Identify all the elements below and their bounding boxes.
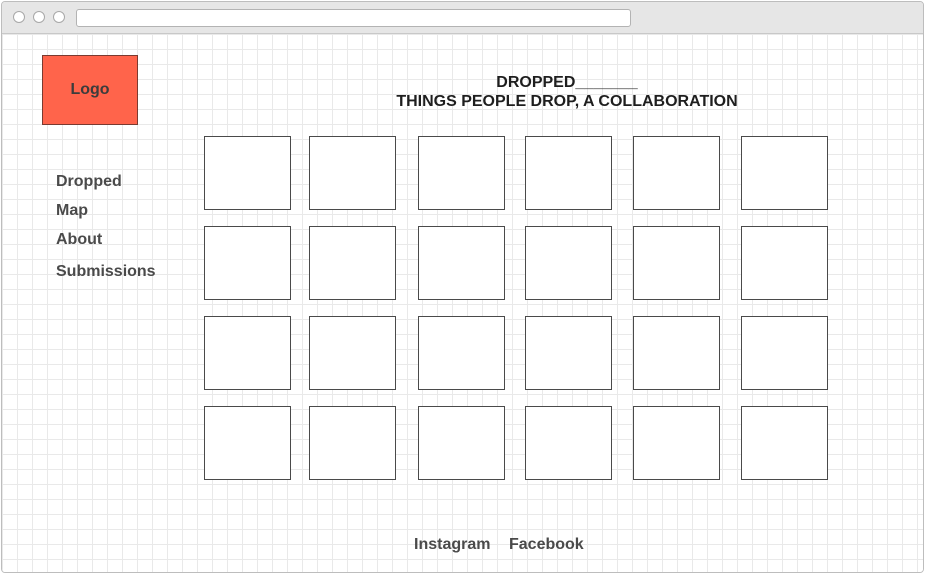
page-title-line-1: DROPPED_______ <box>496 74 638 91</box>
gallery-tile[interactable] <box>309 406 396 480</box>
gallery-tile[interactable] <box>204 226 291 300</box>
browser-window: Logo DROPPED_______ THINGS PEOPLE DROP, … <box>1 1 924 573</box>
footer-link-facebook[interactable]: Facebook <box>509 536 584 554</box>
gallery-tile[interactable] <box>418 316 505 390</box>
gallery-tile[interactable] <box>309 136 396 210</box>
address-bar[interactable] <box>76 9 631 27</box>
page-title-line-2: THINGS PEOPLE DROP, A COLLABORATION <box>396 93 738 110</box>
nav-item-about[interactable]: About <box>56 231 102 249</box>
minimize-window-icon[interactable] <box>33 11 45 23</box>
page-title: DROPPED_______ THINGS PEOPLE DROP, A COL… <box>302 73 832 111</box>
gallery-tile[interactable] <box>418 406 505 480</box>
gallery-tile[interactable] <box>309 226 396 300</box>
gallery-tile[interactable] <box>741 406 828 480</box>
gallery-tile[interactable] <box>418 226 505 300</box>
site-logo[interactable]: Logo <box>42 55 138 125</box>
gallery-tile[interactable] <box>525 136 612 210</box>
gallery-tile[interactable] <box>309 316 396 390</box>
gallery-tile[interactable] <box>204 316 291 390</box>
footer-link-instagram[interactable]: Instagram <box>414 536 490 554</box>
nav-item-map[interactable]: Map <box>56 202 88 220</box>
logo-label: Logo <box>70 81 110 98</box>
gallery-tile[interactable] <box>741 226 828 300</box>
close-window-icon[interactable] <box>13 11 25 23</box>
gallery-tile[interactable] <box>741 136 828 210</box>
gallery-tile[interactable] <box>633 136 720 210</box>
gallery-tile[interactable] <box>633 226 720 300</box>
gallery-tile[interactable] <box>525 316 612 390</box>
maximize-window-icon[interactable] <box>53 11 65 23</box>
gallery-tile[interactable] <box>204 136 291 210</box>
gallery-tile[interactable] <box>741 316 828 390</box>
nav-item-submissions[interactable]: Submissions <box>56 263 156 281</box>
gallery-tile[interactable] <box>633 406 720 480</box>
gallery-tile[interactable] <box>418 136 505 210</box>
gallery-tile[interactable] <box>204 406 291 480</box>
browser-toolbar <box>2 2 923 34</box>
gallery-tile[interactable] <box>525 406 612 480</box>
nav-item-dropped[interactable]: Dropped <box>56 173 122 191</box>
gallery-tile[interactable] <box>633 316 720 390</box>
page-content: Logo DROPPED_______ THINGS PEOPLE DROP, … <box>2 34 923 572</box>
gallery-tile[interactable] <box>525 226 612 300</box>
